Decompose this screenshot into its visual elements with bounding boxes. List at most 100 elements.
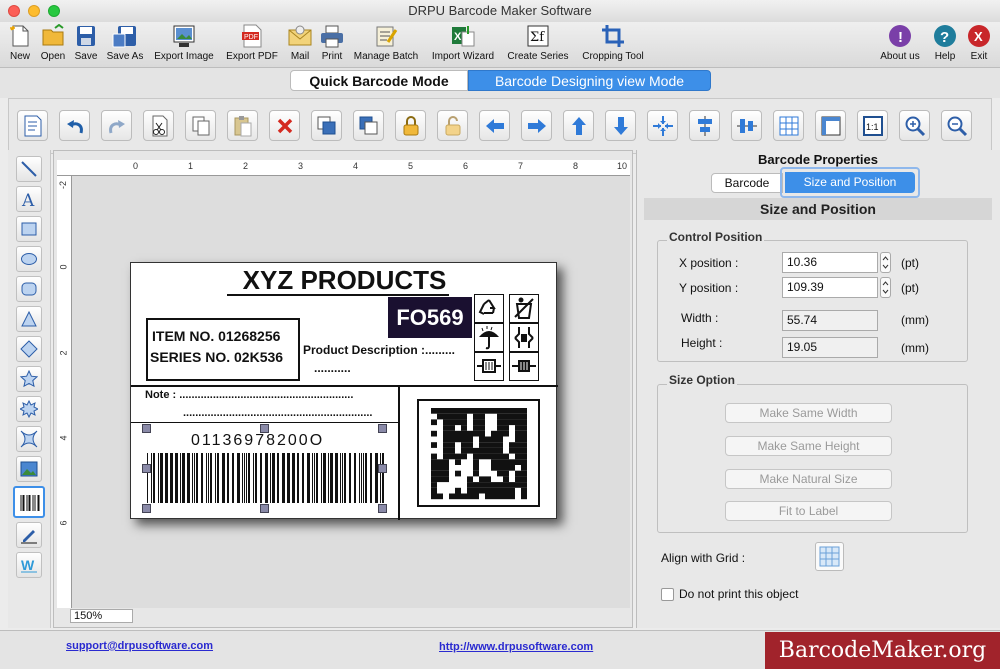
triangle-tool[interactable] (16, 306, 42, 332)
x-position-stepper[interactable] (880, 252, 891, 273)
zoom-level[interactable]: 150% (70, 609, 133, 623)
create-series-button[interactable]: Σf Create Series (504, 24, 572, 62)
datamatrix-frame[interactable] (417, 399, 540, 507)
support-email-link[interactable]: support@drpusoftware.com (66, 640, 213, 652)
fragile-handling-icon[interactable] (509, 323, 539, 352)
barcode-tool[interactable] (13, 486, 45, 518)
manage-batch-button[interactable]: Manage Batch (350, 24, 422, 62)
align-horizontal-button[interactable] (689, 110, 720, 141)
ruler-button[interactable] (815, 110, 846, 141)
cropping-tool-button[interactable]: Cropping Tool (578, 24, 648, 62)
zoom-window-button[interactable] (48, 5, 60, 17)
send-backward-button[interactable] (353, 110, 384, 141)
selection-handle[interactable] (378, 504, 387, 513)
umbrella-icon[interactable] (474, 323, 504, 352)
selection-handle[interactable] (142, 424, 151, 433)
export-pdf-button[interactable]: PDF Export PDF (224, 24, 280, 62)
linear-barcode[interactable] (147, 453, 387, 503)
close-window-button[interactable] (8, 5, 20, 17)
y-position-stepper[interactable] (880, 277, 891, 298)
pen-icon (21, 530, 37, 544)
mail-button[interactable]: Mail (286, 24, 314, 62)
y-position-input[interactable]: 109.39 (782, 277, 878, 298)
move-right-button[interactable] (521, 110, 552, 141)
undo-button[interactable] (59, 110, 90, 141)
paste-button[interactable] (227, 110, 258, 141)
fit-to-label-button[interactable]: Fit to Label (725, 501, 892, 521)
rounded-rectangle-tool[interactable] (16, 276, 42, 302)
code-box[interactable]: FO569 (388, 297, 472, 338)
item-box[interactable]: ITEM NO. 01268256 SERIES NO. 02K536 (146, 318, 300, 381)
help-button[interactable]: ? Help (930, 24, 960, 62)
rectangle-tool[interactable] (16, 216, 42, 242)
move-down-button[interactable] (605, 110, 636, 141)
selection-handle[interactable] (378, 424, 387, 433)
clamp-left-icon[interactable] (474, 352, 504, 381)
redo-button[interactable] (101, 110, 132, 141)
minimize-window-button[interactable] (28, 5, 40, 17)
new-button[interactable]: New (6, 24, 34, 62)
selection-handle[interactable] (260, 504, 269, 513)
tab-barcode[interactable]: Barcode (711, 173, 783, 193)
barcode-bar (370, 453, 372, 503)
export-image-button[interactable]: Export Image (152, 24, 216, 62)
datamatrix-module (455, 408, 461, 414)
note-text[interactable]: Note : .................................… (145, 389, 353, 401)
delete-button[interactable] (269, 110, 300, 141)
barcode-bar (365, 453, 367, 503)
burst-tool[interactable] (16, 396, 42, 422)
datamatrix-module (497, 487, 503, 494)
lock-button[interactable] (395, 110, 426, 141)
do-not-print-checkbox[interactable] (661, 588, 674, 601)
make-same-width-button[interactable]: Make Same Width (725, 403, 892, 423)
selection-handle[interactable] (142, 464, 151, 473)
tab-size-and-position[interactable]: Size and Position (785, 172, 915, 193)
quick-barcode-mode-tab[interactable]: Quick Barcode Mode (290, 70, 468, 91)
about-us-button[interactable]: ! About us (874, 24, 926, 62)
actual-size-button[interactable]: 1:1 (857, 110, 888, 141)
watermark-tool[interactable]: W (16, 552, 42, 578)
concave-star-tool[interactable] (16, 426, 42, 452)
zoom-out-button[interactable] (941, 110, 972, 141)
image-tool[interactable] (16, 456, 42, 482)
unlock-button[interactable] (437, 110, 468, 141)
bring-forward-button[interactable] (311, 110, 342, 141)
product-description[interactable]: Product Description :......... (303, 343, 455, 357)
exit-button[interactable]: X Exit (964, 24, 994, 62)
star-tool[interactable] (16, 366, 42, 392)
signature-tool[interactable] (16, 522, 42, 548)
align-grid-button[interactable] (815, 542, 844, 571)
barcode-label[interactable]: XYZ PRODUCTS FO569 ITEM NO. 01268256 SER… (130, 262, 558, 520)
selection-handle[interactable] (260, 424, 269, 433)
divider-horizontal (131, 385, 558, 387)
recycle-icon[interactable] (474, 294, 504, 323)
ellipse-tool[interactable] (16, 246, 42, 272)
selection-handle[interactable] (142, 504, 151, 513)
open-button[interactable]: Open (38, 24, 68, 62)
move-up-button[interactable] (563, 110, 594, 141)
import-wizard-button[interactable]: X Import Wizard (428, 24, 498, 62)
center-button[interactable] (647, 110, 678, 141)
make-same-height-button[interactable]: Make Same Height (725, 436, 892, 456)
barcode-designing-mode-tab[interactable]: Barcode Designing view Mode (468, 70, 711, 91)
x-position-input[interactable]: 10.36 (782, 252, 878, 273)
website-link[interactable]: http://www.drpusoftware.com (439, 641, 593, 653)
save-button[interactable]: Save (72, 24, 100, 62)
grid-button[interactable] (773, 110, 804, 141)
zoom-in-button[interactable] (899, 110, 930, 141)
make-natural-size-button[interactable]: Make Natural Size (725, 469, 892, 489)
clamp-right-icon[interactable] (509, 352, 539, 381)
diamond-tool[interactable] (16, 336, 42, 362)
line-tool[interactable] (16, 156, 42, 182)
save-as-button[interactable]: Save As (104, 24, 146, 62)
selection-handle[interactable] (378, 464, 387, 473)
properties-button[interactable] (17, 110, 48, 141)
ruler-v-tick: 6 (58, 520, 69, 526)
cut-button[interactable] (143, 110, 174, 141)
print-button[interactable]: Print (318, 24, 346, 62)
copy-button[interactable] (185, 110, 216, 141)
text-tool[interactable]: A (16, 186, 42, 212)
move-left-button[interactable] (479, 110, 510, 141)
align-vertical-button[interactable] (731, 110, 762, 141)
trash-bin-icon[interactable] (509, 294, 539, 323)
